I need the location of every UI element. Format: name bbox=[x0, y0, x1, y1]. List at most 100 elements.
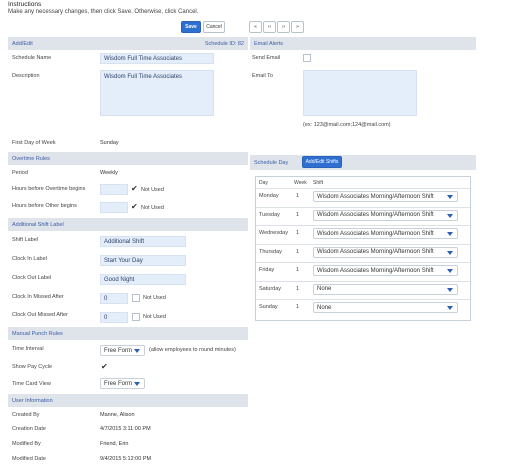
clock-in-missed-label: Clock In Missed After bbox=[12, 294, 64, 300]
instructions-title: Instructions bbox=[8, 1, 42, 8]
show-pay-cycle-check-icon[interactable]: ✔ bbox=[101, 363, 108, 371]
schedule-row-day: Sunday bbox=[259, 304, 278, 310]
row-divider bbox=[256, 243, 470, 245]
not-used-check-icon[interactable]: ✔ bbox=[131, 185, 138, 193]
modified-by-value: Friend, Erin bbox=[100, 441, 129, 447]
clock-in-not-used-checkbox[interactable] bbox=[132, 294, 140, 302]
schedule-row-day: Friday bbox=[259, 267, 275, 273]
schedule-row-day: Thursday bbox=[259, 248, 282, 255]
chevron-down-icon bbox=[447, 269, 453, 273]
other-not-used-label: Not Used bbox=[141, 205, 164, 211]
chevron-down-icon bbox=[447, 213, 453, 218]
period-label: Period bbox=[12, 170, 28, 176]
time-interval-value: Free Form bbox=[104, 347, 133, 354]
schedule-row-shift-select[interactable]: None bbox=[313, 283, 458, 295]
add-edit-shifts-button[interactable]: Add/Edit Shifts bbox=[302, 156, 342, 168]
addedit-title: Add/Edit bbox=[12, 40, 33, 47]
clock-out-label-input[interactable]: Good Night bbox=[100, 274, 186, 285]
row-divider bbox=[256, 299, 470, 300]
time-interval-select[interactable]: Free Form bbox=[100, 345, 145, 356]
hours-before-overtime-label: Hours before Overtime begins bbox=[12, 186, 86, 192]
col-day-header: Day bbox=[259, 180, 268, 186]
schedule-row-shift-value: Wisdom Associates Morning/Afternoon Shif… bbox=[317, 230, 434, 237]
first-record-button[interactable]: « bbox=[249, 21, 262, 33]
hours-before-overtime-input[interactable] bbox=[100, 184, 128, 195]
chevron-down-icon bbox=[447, 250, 453, 255]
schedule-row-week: 1 bbox=[296, 193, 300, 199]
next-record-button[interactable]: ›› bbox=[277, 21, 290, 33]
schedule-day-header: Schedule Day Add/Edit Shifts bbox=[250, 155, 476, 170]
schedule-row-day: Tuesday bbox=[259, 211, 280, 218]
hours-before-other-label: Hours before Other begins bbox=[12, 203, 77, 209]
time-interval-label: Time Interval bbox=[12, 346, 44, 352]
clock-out-missed-input[interactable]: 0 bbox=[100, 312, 128, 323]
clock-out-missed-label: Clock Out Missed After bbox=[12, 312, 68, 318]
schedule-row-shift-value: Wisdom Associates Morning/Afternoon Shif… bbox=[317, 212, 434, 218]
schedule-row-shift-select[interactable]: Wisdom Associates Morning/Afternoon Shif… bbox=[313, 191, 458, 202]
last-record-button[interactable]: » bbox=[291, 21, 304, 33]
modified-by-label: Modified By bbox=[12, 441, 41, 447]
not-used-check-icon[interactable]: ✔ bbox=[131, 203, 138, 211]
shift-label-input[interactable]: Additional Shift bbox=[100, 236, 186, 247]
chevron-down-icon bbox=[447, 306, 453, 310]
schedule-row-shift-value: Wisdom Associates Morning/Afternoon Shif… bbox=[317, 267, 434, 274]
schedule-name-input[interactable]: Wisdom Full Time Associates bbox=[100, 53, 214, 64]
show-pay-cycle-label: Show Pay Cycle bbox=[12, 364, 53, 370]
schedule-row-shift-select[interactable]: None bbox=[313, 302, 458, 313]
chevron-down-icon bbox=[134, 382, 140, 386]
first-day-value: Sunday bbox=[100, 140, 119, 146]
user-info-header: User Information bbox=[8, 394, 248, 407]
modified-date-value: 9/4/2015 5:12:00 PM bbox=[100, 456, 152, 462]
email-hint: (ex: 123@mail.com;124@mail.com) bbox=[303, 122, 391, 128]
description-textarea[interactable]: Wisdom Full Time Associates bbox=[100, 70, 214, 116]
cancel-button[interactable]: Cancel bbox=[203, 21, 225, 33]
clock-out-not-used-checkbox[interactable] bbox=[132, 313, 140, 321]
time-card-view-value: Free Form bbox=[104, 380, 133, 387]
clock-in-missed-input[interactable]: 0 bbox=[100, 293, 128, 304]
addedit-header: Add/Edit Schedule ID: 82 bbox=[8, 37, 248, 50]
description-label: Description bbox=[12, 73, 40, 79]
clock-out-not-used-label: Not Used bbox=[143, 314, 166, 320]
save-button[interactable]: Save bbox=[181, 21, 201, 33]
previous-record-button[interactable]: ‹‹ bbox=[263, 21, 276, 33]
created-by-value: Manne, Alison bbox=[100, 412, 135, 418]
schedule-row-day: Wednesday bbox=[259, 230, 288, 236]
created-by-label: Created By bbox=[12, 412, 40, 418]
shift-label-label: Shift Label bbox=[12, 237, 38, 243]
email-to-textarea[interactable] bbox=[303, 70, 417, 116]
row-divider bbox=[256, 280, 470, 282]
row-divider bbox=[256, 188, 470, 189]
first-day-label: First Day of Week bbox=[12, 140, 56, 146]
schedule-row-shift-select[interactable]: Wisdom Associates Morning/Afternoon Shif… bbox=[313, 265, 458, 276]
chevron-down-icon bbox=[447, 287, 453, 292]
schedule-row-shift-value: None bbox=[317, 286, 332, 292]
additional-shift-header: Additional Shift Label bbox=[8, 218, 248, 231]
schedule-row-week: 1 bbox=[296, 211, 300, 218]
creation-date-label: Creation Date bbox=[12, 426, 46, 432]
schedule-day-title: Schedule Day bbox=[254, 159, 289, 166]
clock-in-label-input[interactable]: Start Your Day bbox=[100, 255, 186, 266]
time-card-view-select[interactable]: Free Form bbox=[100, 378, 145, 389]
schedule-row-shift-select[interactable]: Wisdom Associates Morning/Afternoon Shif… bbox=[313, 228, 458, 239]
schedule-row-week: 1 bbox=[296, 285, 300, 292]
clock-in-label-label: Clock In Label bbox=[12, 256, 47, 262]
chevron-down-icon bbox=[447, 232, 453, 236]
overtime-not-used-label: Not Used bbox=[141, 187, 164, 193]
period-value: Weekly bbox=[100, 170, 118, 176]
instructions-text: Make any necessary changes, then click S… bbox=[8, 9, 199, 15]
schedule-row-week: 1 bbox=[296, 248, 300, 255]
schedule-row-day: Monday bbox=[259, 193, 279, 199]
manual-punch-header: Manual Punch Rules bbox=[8, 327, 248, 340]
time-card-view-label: Time Card View bbox=[12, 381, 51, 387]
chevron-down-icon bbox=[134, 349, 140, 353]
schedule-row-week: 1 bbox=[296, 304, 300, 310]
schedule-name-label: Schedule Name bbox=[12, 55, 52, 61]
row-divider bbox=[256, 262, 470, 263]
schedule-row-shift-value: None bbox=[317, 304, 332, 311]
schedule-row-shift-select[interactable]: Wisdom Associates Morning/Afternoon Shif… bbox=[313, 246, 458, 258]
hours-before-other-input[interactable] bbox=[100, 202, 128, 213]
send-email-checkbox[interactable] bbox=[303, 54, 311, 62]
schedule-id: Schedule ID: 82 bbox=[204, 40, 244, 47]
schedule-row-week: 1 bbox=[296, 230, 300, 236]
schedule-row-shift-select[interactable]: Wisdom Associates Morning/Afternoon Shif… bbox=[313, 209, 458, 221]
